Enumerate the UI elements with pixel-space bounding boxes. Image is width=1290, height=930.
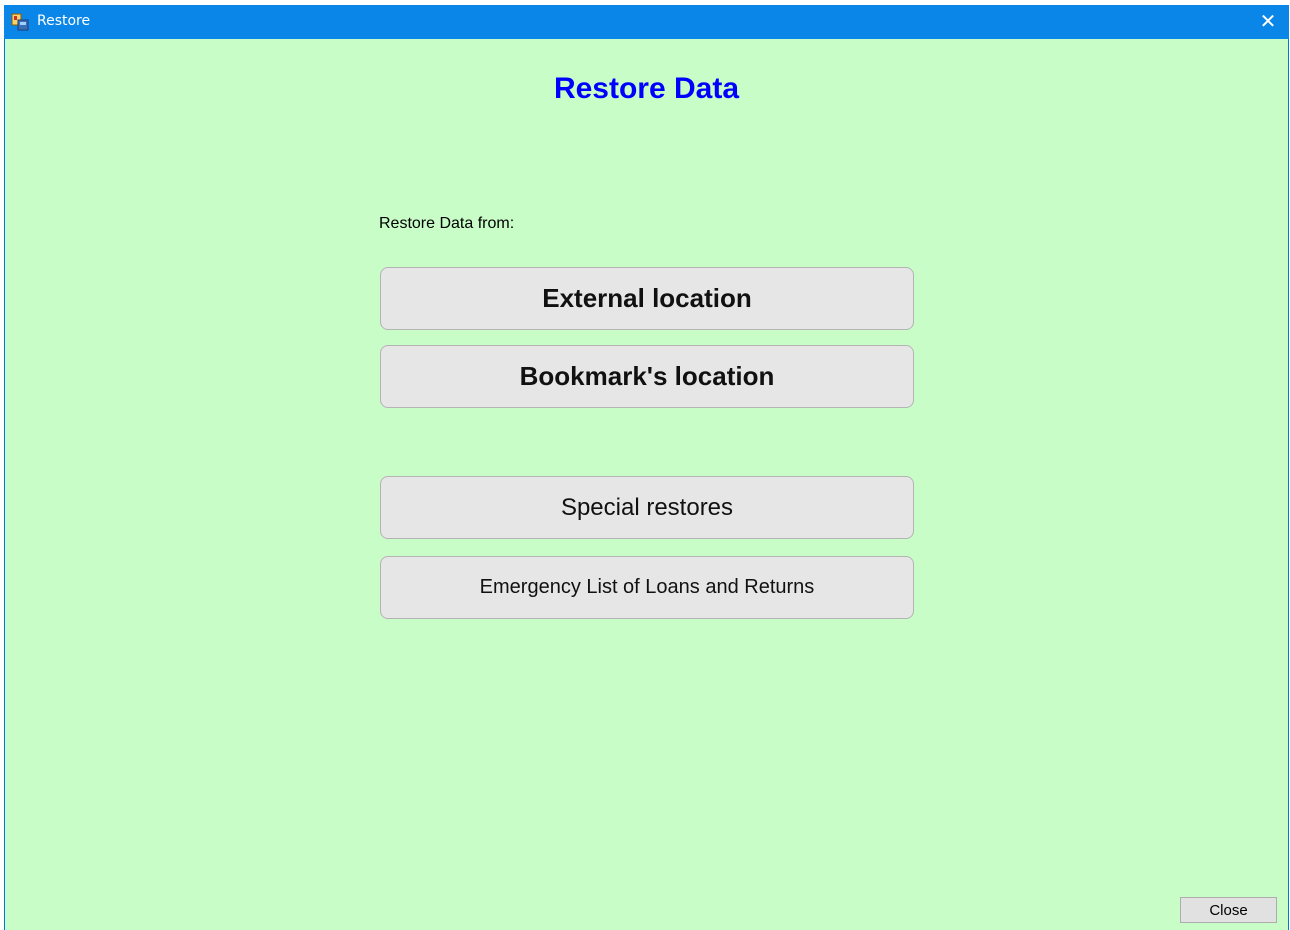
window-title: Restore [37,13,91,29]
restore-from-label: Restore Data from: [379,215,515,232]
special-restores-button[interactable]: Special restores [380,476,914,539]
restore-window: Restore ✕ Restore Data Restore Data from… [4,5,1289,930]
close-button[interactable]: Close [1180,897,1277,923]
title-bar[interactable]: Restore ✕ [4,5,1289,39]
emergency-list-button[interactable]: Emergency List of Loans and Returns [380,556,914,619]
page-title: Restore Data [553,72,740,105]
external-location-button[interactable]: External location [380,267,914,330]
client-area: Restore Data Restore Data from: External… [5,39,1288,930]
bookmarks-location-button[interactable]: Bookmark's location [380,345,914,408]
app-icon [11,13,29,31]
close-icon[interactable]: ✕ [1253,8,1283,36]
